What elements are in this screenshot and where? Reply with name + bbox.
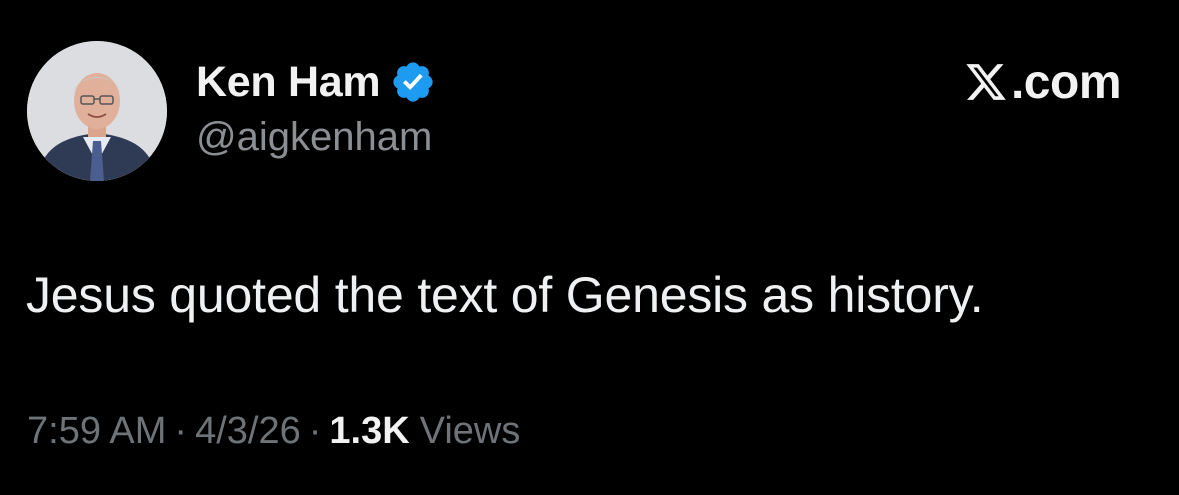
brand-logo: .com	[963, 55, 1122, 109]
author-name-row: Ken Ham	[196, 56, 436, 108]
avatar[interactable]	[27, 41, 167, 181]
author-handle[interactable]: @aigkenham	[196, 115, 432, 160]
views-label: Views	[419, 410, 521, 452]
tweet-meta: 7:59 AM · 4/3/26 · 1.3K Views	[27, 410, 520, 453]
brand-domain-label: .com	[1010, 55, 1122, 109]
x-logo-icon	[963, 60, 1009, 104]
tweet-time[interactable]: 7:59 AM	[27, 410, 166, 453]
views-count[interactable]: 1.3K	[329, 410, 409, 453]
tweet-text: Jesus quoted the text of Genesis as hist…	[26, 267, 984, 323]
meta-separator: ·	[174, 410, 188, 452]
author-display-name[interactable]: Ken Ham	[196, 58, 381, 107]
verified-badge-icon[interactable]	[390, 59, 436, 105]
tweet-card: Ken Ham @aigkenham .com Jesus quoted the…	[0, 0, 1179, 495]
meta-separator: ·	[308, 410, 322, 452]
tweet-date[interactable]: 4/3/26	[195, 410, 301, 453]
